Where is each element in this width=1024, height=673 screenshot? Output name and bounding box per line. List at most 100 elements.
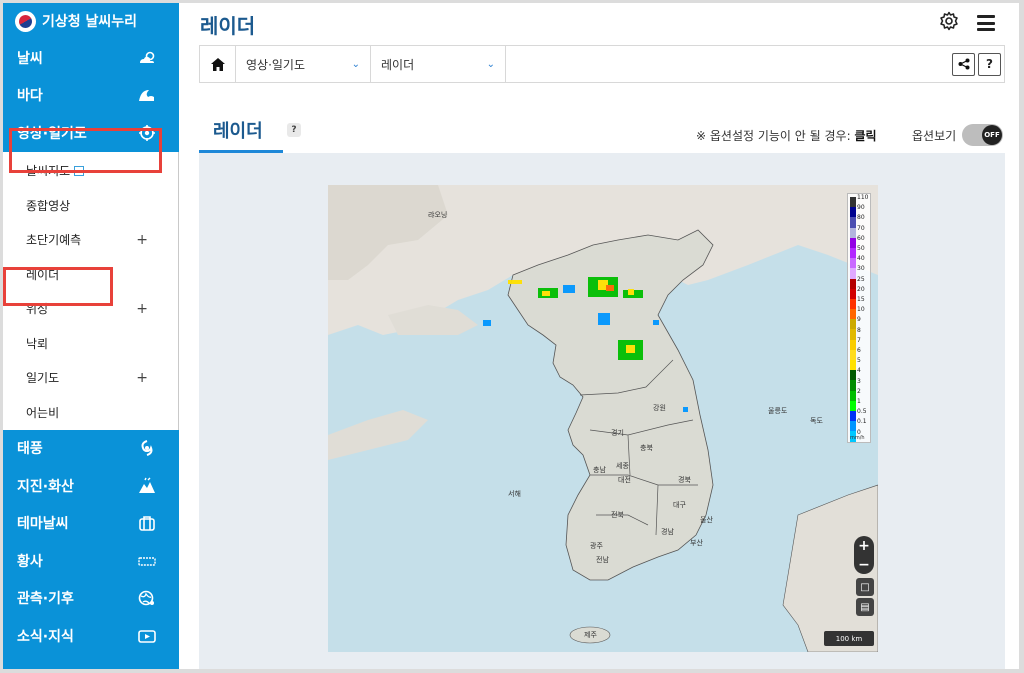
option-note-text: ※ 옵션설정 기능이 안 될 경우:: [696, 129, 851, 143]
layer-icon[interactable]: □: [856, 578, 874, 596]
legend-swatch: [850, 421, 856, 432]
hamburger-menu-icon[interactable]: [977, 15, 995, 31]
legend-value: 3: [857, 377, 861, 385]
map-label-gyeonggi: 경기: [611, 429, 624, 437]
sidebar-item-observation[interactable]: 관측·기후: [3, 580, 179, 618]
legend-value: 10: [857, 306, 865, 314]
expand-plus-icon[interactable]: +: [136, 370, 148, 386]
sidebar-item-sea[interactable]: 바다: [3, 77, 179, 115]
legend-swatch: [850, 258, 856, 269]
breadcrumb-select-page[interactable]: 레이더 ⌄: [371, 46, 506, 82]
legend-value: 15: [857, 296, 865, 303]
legend-swatch: [850, 278, 856, 289]
map-label-gyeongbuk: 경북: [678, 476, 691, 484]
chevron-down-icon: ⌄: [486, 58, 495, 70]
sidebar-sub-nowcast[interactable]: 초단기예측 +: [3, 223, 178, 258]
weather-icon: [137, 49, 157, 67]
legend-value: 5: [857, 357, 861, 365]
sidebar-item-typhoon[interactable]: 태풍: [3, 430, 179, 468]
brand-name: 기상청 날씨누리: [42, 14, 138, 30]
main-content: 레이더 영상·일기도 ⌄ 레이더 ⌄ ? 레이더 ? ※ 옵션설정 기능이 안 …: [179, 3, 1019, 669]
legend-value: 80: [857, 214, 865, 222]
map-label-liaoning: 랴오닝: [428, 211, 448, 219]
ruler-icon[interactable]: ▤: [856, 598, 874, 616]
home-icon[interactable]: [200, 46, 236, 82]
zoom-control: + −: [854, 536, 874, 574]
map-label-busan: 부산: [690, 539, 703, 547]
legend-value: 25: [857, 275, 865, 283]
highlight-box-imagery: [9, 128, 162, 173]
legend-swatch: [850, 339, 856, 350]
map-label-chungnam: 충남: [593, 466, 606, 474]
option-toggle-label: 옵션보기: [912, 129, 957, 143]
sidebar-item-yellow-dust[interactable]: 황사: [3, 542, 179, 580]
map-label-daejeon: 대전: [618, 476, 631, 484]
option-note-click-link[interactable]: 클릭: [854, 129, 876, 143]
legend-swatch: [850, 288, 856, 299]
expand-plus-icon[interactable]: +: [136, 301, 148, 317]
map-label-gwangju: 광주: [590, 542, 603, 550]
map-label-daegu: 대구: [673, 501, 686, 509]
sidebar-item-label: 날씨: [17, 50, 43, 67]
radar-map[interactable]: 랴오닝 강원 경기 충북 충남 세종 대전 경북 전북 대구 경남 울산 부산 …: [328, 185, 878, 652]
help-button[interactable]: ?: [978, 52, 1001, 76]
legend-value: 110: [857, 194, 869, 201]
legend-swatch: [850, 237, 856, 248]
sidebar-item-label: 관측·기후: [17, 591, 74, 608]
wave-icon: [137, 86, 157, 104]
map-label-ulsan: 울산: [700, 516, 713, 524]
legend-value: 9: [857, 316, 861, 324]
sidebar-item-news[interactable]: 소식·지식: [3, 617, 179, 655]
toggle-knob: OFF: [982, 125, 1002, 145]
breadcrumb-select-category[interactable]: 영상·일기도 ⌄: [236, 46, 371, 82]
legend-swatch: [850, 227, 856, 238]
share-button[interactable]: [952, 52, 975, 76]
sidebar-item-label: 태풍: [17, 441, 43, 458]
map-scale: 100 km: [824, 631, 874, 646]
sidebar-sub-weather-chart[interactable]: 일기도 +: [3, 361, 178, 396]
sidebar-item-theme-weather[interactable]: 테마날씨: [3, 505, 179, 543]
sidebar-item-earthquake[interactable]: 지진·화산: [3, 467, 179, 505]
sidebar-sub-freezing-rain[interactable]: 어는비: [3, 395, 178, 430]
sidebar-sub-composite[interactable]: 종합영상: [3, 188, 178, 223]
brand-logo[interactable]: 기상청 날씨누리: [3, 3, 179, 39]
earthquake-icon: [137, 477, 157, 495]
map-label-chungbuk: 충북: [640, 444, 653, 452]
option-note: ※ 옵션설정 기능이 안 될 경우: 클릭: [696, 127, 877, 144]
globe-icon: [137, 589, 157, 607]
legend-value: 8: [857, 326, 861, 334]
zoom-in-button[interactable]: +: [854, 536, 874, 555]
sidebar-item-label: 황사: [17, 553, 43, 570]
legend-value: 40: [857, 255, 865, 263]
tab-bar: 레이더 ? ※ 옵션설정 기능이 안 될 경우: 클릭 옵션보기 OFF: [199, 111, 1005, 153]
legend-swatch: [850, 197, 856, 208]
breadcrumb-actions: ?: [952, 52, 1004, 76]
sidebar-item-label: 테마날씨: [17, 516, 69, 533]
expand-plus-icon[interactable]: +: [136, 232, 148, 248]
legend-swatch: [850, 217, 856, 228]
legend-swatch: [850, 380, 856, 391]
option-toggle[interactable]: OFF: [962, 124, 1003, 146]
dust-icon: [137, 552, 157, 570]
browser-frame: 기상청 날씨누리 날씨 바다 영상·일기도 날씨지도 종합영상 초단기예측 + …: [3, 3, 1019, 669]
legend-value: 1: [857, 398, 861, 405]
sub-item-label: 초단기예측: [26, 233, 82, 248]
sidebar-item-weather[interactable]: 날씨: [3, 39, 179, 77]
tab-help-icon[interactable]: ?: [287, 123, 301, 137]
legend-value: 50: [857, 245, 865, 252]
briefcase-icon: [137, 514, 157, 532]
sub-item-label: 낙뢰: [26, 336, 49, 351]
breadcrumb-label: 영상·일기도: [246, 57, 306, 72]
map-label-dokdo: 독도: [810, 417, 823, 425]
sidebar-item-label: 바다: [17, 88, 43, 105]
sidebar-sub-lightning[interactable]: 낙뢰: [3, 326, 178, 361]
settings-gear-icon[interactable]: [939, 11, 959, 35]
zoom-out-button[interactable]: −: [854, 555, 874, 574]
legend-value: 70: [857, 224, 865, 232]
taegeuk-logo-icon: [15, 10, 36, 32]
legend-swatch: [850, 207, 856, 218]
sidebar-item-label: 지진·화산: [17, 478, 74, 495]
legend-value: 0.1: [857, 418, 867, 426]
legend-value: 6: [857, 347, 861, 354]
tab-radar[interactable]: 레이더: [199, 111, 283, 153]
